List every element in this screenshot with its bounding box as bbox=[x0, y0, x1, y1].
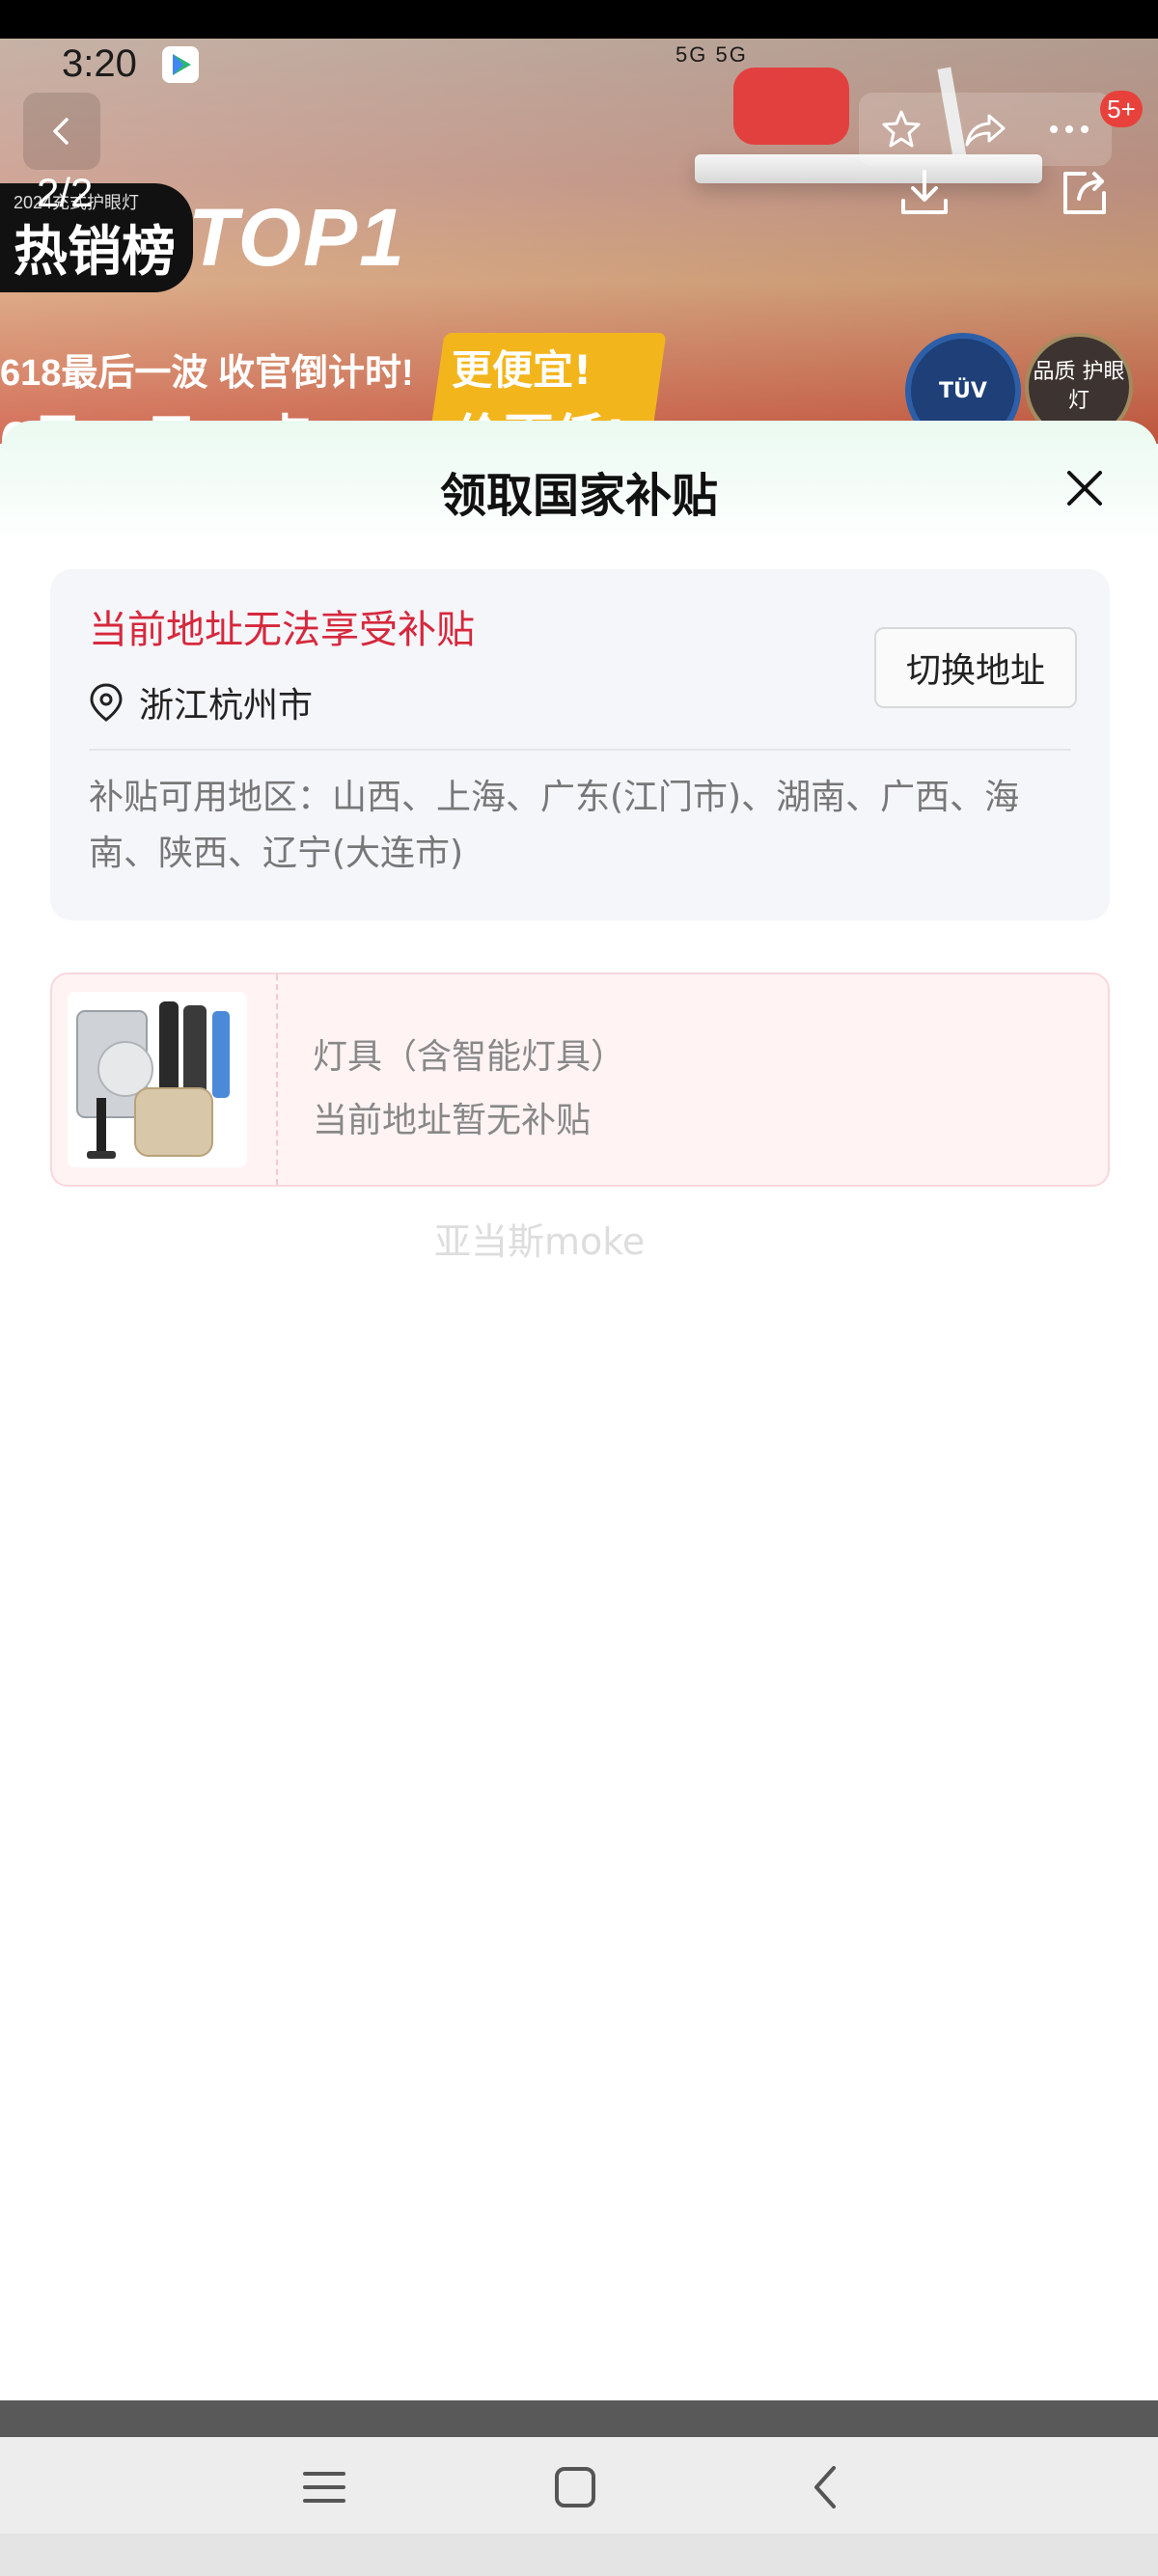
app-screen: 2024充式护眼灯 热销榜 TOP1 618最后一波 收官倒计时! 6月14日2… bbox=[0, 0, 1158, 2576]
external-share-icon bbox=[1063, 172, 1106, 214]
product-thumbnail bbox=[68, 992, 247, 1167]
chevron-left-icon bbox=[53, 118, 69, 145]
current-city: 浙江杭州市 bbox=[139, 686, 314, 726]
switch-address-button[interactable]: 切换地址 bbox=[874, 627, 1077, 708]
home-icon bbox=[555, 2467, 595, 2507]
status-time: 3:20 bbox=[62, 42, 137, 85]
nav-back-button[interactable] bbox=[797, 2458, 855, 2516]
more-icon bbox=[1050, 125, 1089, 133]
forward-button[interactable] bbox=[959, 103, 1011, 155]
back-button[interactable] bbox=[23, 93, 100, 170]
close-icon bbox=[1067, 471, 1102, 506]
notification-badge: 5+ bbox=[1100, 91, 1143, 127]
subsidy-sheet: 领取国家补贴 当前地址无法享受补贴 浙江杭州市 切换地址 补贴可用地区：山西、上… bbox=[0, 421, 1158, 2398]
image-page-counter: 2/2 bbox=[37, 170, 94, 215]
nav-bottom-strip bbox=[0, 2534, 1158, 2576]
close-button[interactable] bbox=[1062, 465, 1108, 511]
share-icon bbox=[965, 114, 1006, 147]
promo-cheaper-text: 更便宜! bbox=[452, 346, 593, 394]
product-thumbnail-area bbox=[52, 974, 278, 1185]
sheet-title: 领取国家补贴 bbox=[439, 469, 718, 523]
hot-ranking-label: 2024充式护眼灯 热销榜 bbox=[0, 183, 193, 292]
promo-countdown-text: 618最后一波 收官倒计时! bbox=[0, 353, 414, 394]
more-button[interactable] bbox=[1043, 103, 1095, 155]
play-store-icon bbox=[162, 46, 199, 83]
service-badge-graphic bbox=[733, 68, 849, 145]
address-warning: 当前地址无法享受补贴 bbox=[89, 608, 475, 652]
top-actions-group bbox=[859, 93, 1112, 166]
download-button[interactable] bbox=[896, 164, 953, 222]
address-card: 当前地址无法享受补贴 浙江杭州市 切换地址 补贴可用地区：山西、上海、广东(江门… bbox=[50, 569, 1110, 920]
nav-back-icon bbox=[814, 2466, 836, 2508]
system-navigation-bar bbox=[0, 2437, 1158, 2534]
status-network-icons: 5G 5G bbox=[676, 42, 748, 67]
star-icon bbox=[882, 110, 921, 148]
home-button[interactable] bbox=[546, 2458, 604, 2516]
download-icon bbox=[901, 170, 948, 214]
location-pin-icon bbox=[90, 683, 123, 722]
watermark-text: 亚当斯moke bbox=[434, 1220, 646, 1263]
current-address-row: 浙江杭州市 bbox=[89, 677, 313, 727]
product-subsidy-card[interactable]: 灯具（含智能灯具） 当前地址暂无补贴 bbox=[50, 973, 1110, 1187]
product-category-name: 灯具（含智能灯具） bbox=[313, 1037, 626, 1077]
address-divider bbox=[89, 749, 1071, 751]
menu-icon bbox=[303, 2472, 345, 2503]
menu-button[interactable] bbox=[295, 2458, 353, 2516]
nav-separator bbox=[0, 2400, 1158, 2437]
favorite-button[interactable] bbox=[875, 103, 927, 155]
top1-label: TOP1 bbox=[188, 192, 406, 283]
available-regions-text: 补贴可用地区：山西、上海、广东(江门市)、湖南、广西、海南、陕西、辽宁(大连市) bbox=[89, 778, 1020, 873]
status-bar bbox=[0, 0, 1158, 39]
product-subsidy-status: 当前地址暂无补贴 bbox=[313, 1101, 592, 1140]
external-share-button[interactable] bbox=[1056, 164, 1114, 222]
hot-ranking-title: 热销榜 bbox=[14, 221, 176, 282]
